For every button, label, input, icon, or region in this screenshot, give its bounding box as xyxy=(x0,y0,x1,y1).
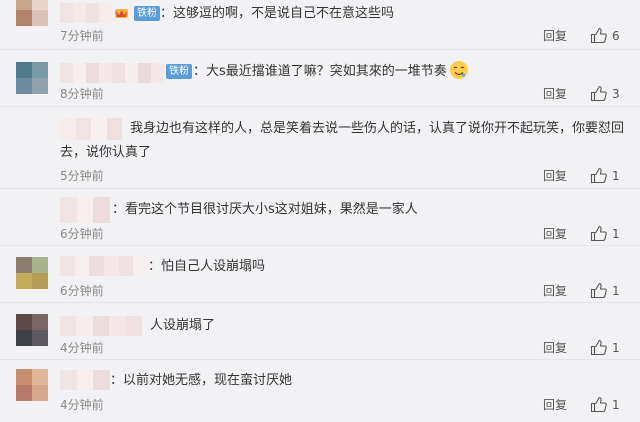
comment-item: 铁粉 ：大s最近擋谁道了嘛？突如其來的一堆节奏 8分钟前 回复 3 xyxy=(0,50,640,107)
drooling-face-emoji xyxy=(449,61,468,79)
like-button[interactable]: 1 xyxy=(590,282,630,300)
comment-time: 8分钟前 xyxy=(60,87,104,101)
thumbs-up-icon xyxy=(590,225,607,242)
comment-text: 人设崩塌了 xyxy=(150,318,216,333)
reply-button[interactable]: 回复 xyxy=(543,86,567,102)
comment-time: 7分钟前 xyxy=(60,29,104,43)
like-button[interactable]: 3 xyxy=(590,85,630,103)
comment-item: 铁粉 ：这够逗的啊，不是说自己不在意这些吗 7分钟前 回复 6 xyxy=(0,0,640,50)
comment-time: 4分钟前 xyxy=(60,341,104,355)
comment-text: ：这够逗的啊，不是说自己不在意这些吗 xyxy=(160,6,395,21)
like-button[interactable]: 1 xyxy=(590,396,630,414)
reply-button[interactable]: 回复 xyxy=(543,28,567,44)
like-count: 1 xyxy=(612,341,620,355)
thumbs-up-icon xyxy=(590,85,607,102)
comment-time: 5分钟前 xyxy=(60,169,104,183)
blurred-username[interactable] xyxy=(60,63,164,83)
reply-button[interactable]: 回复 xyxy=(543,397,567,413)
blurred-username[interactable] xyxy=(60,3,112,23)
like-button[interactable]: 1 xyxy=(590,225,630,243)
thumbs-up-icon xyxy=(590,282,607,299)
like-count: 1 xyxy=(612,284,620,298)
comment-time: 6分钟前 xyxy=(60,227,104,241)
like-count: 6 xyxy=(612,29,620,43)
comment-time: 6分钟前 xyxy=(60,284,104,298)
comment-item: ：看完这个节目很讨厌大小s这对姐妹，果然是一家人 6分钟前 回复 1 xyxy=(0,189,640,246)
reply-button[interactable]: 回复 xyxy=(543,283,567,299)
comment-text: ：怕自己人设崩塌吗 xyxy=(148,259,266,274)
blurred-username[interactable] xyxy=(60,370,111,390)
avatar[interactable] xyxy=(16,314,48,346)
like-count: 1 xyxy=(612,227,620,241)
comment-item: 我身边也有这样的人，总是笑着去说一些伤人的话，认真了说你开不起玩笑，你要怼回去，… xyxy=(0,107,640,189)
like-count: 1 xyxy=(612,398,620,412)
reply-button[interactable]: 回复 xyxy=(543,226,567,242)
comment-text: ：大s最近擋谁道了嘛？突如其來的一堆节奏 xyxy=(193,60,469,84)
comment-text: ：看完这个节目很讨厌大小s这对姐妹，果然是一家人 xyxy=(112,202,418,217)
reply-button[interactable]: 回复 xyxy=(543,340,567,356)
avatar[interactable] xyxy=(16,369,48,401)
crown-icon xyxy=(115,9,128,18)
fan-badge: 铁粉 xyxy=(134,6,160,21)
comment-item: 人设崩塌了 4分钟前 回复 1 xyxy=(0,303,640,360)
avatar[interactable] xyxy=(16,0,48,26)
blurred-username[interactable] xyxy=(60,256,149,276)
avatar[interactable] xyxy=(16,62,48,94)
comment-item: ：以前对她无感，现在蛮讨厌她 4分钟前 回复 1 xyxy=(0,360,640,422)
thumbs-up-icon xyxy=(590,339,607,356)
avatar[interactable] xyxy=(16,257,48,289)
comment-text: 我身边也有这样的人，总是笑着去说一些伤人的话，认真了说你开不起玩笑，你要怼回去，… xyxy=(60,121,625,160)
blurred-username[interactable] xyxy=(60,197,111,223)
thumbs-up-icon xyxy=(590,167,607,184)
like-button[interactable]: 6 xyxy=(590,27,630,45)
like-count: 1 xyxy=(612,169,620,183)
comment-text: ：以前对她无感，现在蛮讨厌她 xyxy=(110,373,293,388)
blurred-username[interactable] xyxy=(60,316,143,336)
like-count: 3 xyxy=(612,87,620,101)
comment-time: 4分钟前 xyxy=(60,398,104,412)
fan-badge: 铁粉 xyxy=(166,64,192,79)
comment-item: ：怕自己人设崩塌吗 6分钟前 回复 1 xyxy=(0,246,640,303)
thumbs-up-icon xyxy=(590,27,607,44)
thumbs-up-icon xyxy=(590,396,607,413)
like-button[interactable]: 1 xyxy=(590,339,630,357)
reply-button[interactable]: 回复 xyxy=(543,168,567,184)
like-button[interactable]: 1 xyxy=(590,167,630,185)
comment-text-body: ：大s最近擋谁道了嘛？突如其來的一堆节奏 xyxy=(193,64,447,79)
